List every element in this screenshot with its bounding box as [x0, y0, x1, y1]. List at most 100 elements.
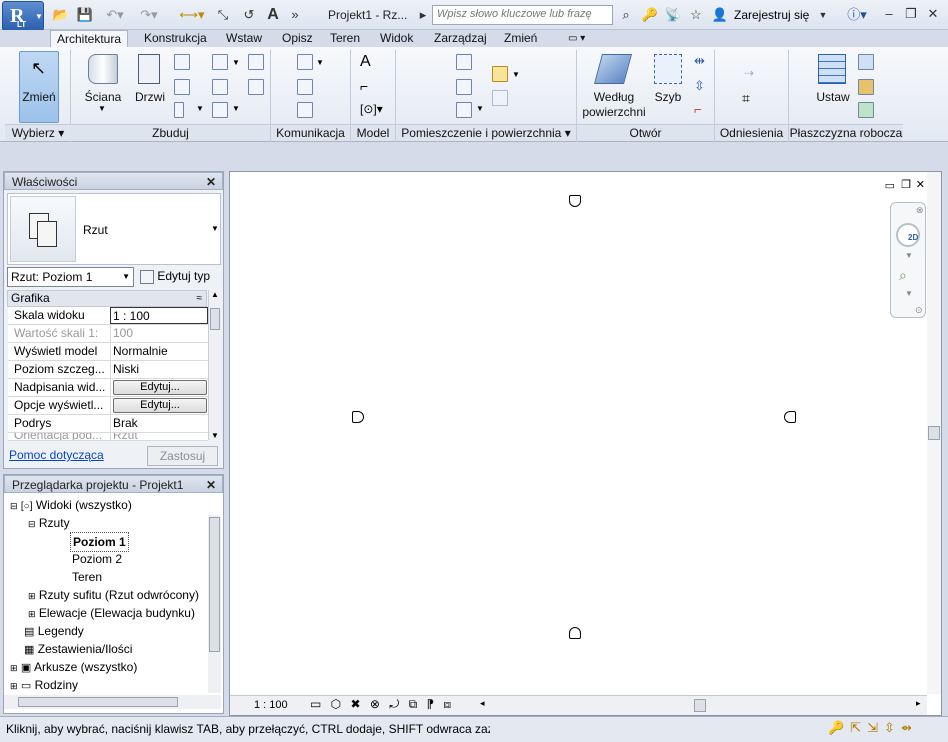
help-icon[interactable]: ⓘ▾	[842, 6, 872, 24]
save-icon[interactable]: 💾	[76, 6, 94, 24]
edit-type-button[interactable]: Edytuj typ	[140, 267, 210, 285]
panel-wybierz[interactable]: Wybierz ▾	[5, 124, 71, 141]
canvas-vscrollbar[interactable]	[927, 172, 941, 694]
application-menu-button[interactable]: R LT ▼	[2, 1, 44, 31]
by-face-label-1[interactable]: Według	[578, 90, 650, 104]
view-scale-input[interactable]: 1 : 100	[110, 307, 208, 324]
close-icon[interactable]: ✕	[206, 476, 216, 494]
shaft-label[interactable]: Szyb	[650, 90, 686, 104]
curtain-system-icon[interactable]	[248, 54, 264, 70]
type-selector[interactable]: Rzut ▼	[7, 193, 221, 265]
chevron-down-icon[interactable]: ▼	[476, 104, 484, 113]
tree-item-poziom-1[interactable]: Poziom 1	[70, 532, 129, 552]
restore-icon[interactable]: ❐	[902, 6, 920, 22]
tab-konstrukcja[interactable]: Konstrukcja	[138, 30, 213, 47]
tree-item-teren[interactable]: Teren	[72, 568, 102, 586]
apply-button[interactable]: Zastosuj	[147, 446, 218, 466]
room-tag-icon[interactable]	[456, 79, 472, 95]
elevation-marker-south[interactable]	[569, 627, 581, 639]
column-icon[interactable]	[174, 79, 190, 95]
sign-in-link[interactable]: Zarejestruj się	[734, 8, 809, 22]
chevron-down-icon[interactable]: ▼	[196, 104, 204, 113]
chevron-down-icon[interactable]: ▼	[211, 224, 219, 233]
canvas-hscroll-thumb[interactable]	[694, 699, 706, 712]
redo-icon[interactable]: ↷▾	[134, 6, 164, 24]
tab-architektura[interactable]: Architektura	[50, 30, 129, 47]
tree-item-sheets[interactable]: ⊞ ▣ Arkusze (wszystko)	[10, 658, 137, 677]
viewer-icon[interactable]	[858, 102, 874, 118]
dormer-opening-icon[interactable]: ⌐	[694, 102, 702, 117]
edit-overrides-button[interactable]: Edytuj...	[113, 380, 207, 395]
ceiling-icon[interactable]	[212, 79, 228, 95]
browser-hscrollbar[interactable]	[4, 695, 221, 709]
tree-item-families[interactable]: ⊞ ▭ Rodziny	[10, 676, 78, 695]
tree-item-ceiling-plans[interactable]: ⊞ Rzuty sufitu (Rzut odwrócony)	[28, 586, 206, 605]
scroll-left-icon[interactable]: ◂	[480, 698, 485, 709]
set-work-plane-icon[interactable]	[818, 54, 846, 84]
elevation-marker-east[interactable]	[784, 411, 796, 423]
zoom-icon[interactable]: ⌕	[899, 267, 907, 284]
properties-help-link[interactable]: Pomoc dotycząca	[9, 448, 104, 462]
tree-item-schedules[interactable]: ▦ Zestawienia/Ilości	[24, 640, 132, 659]
search-input[interactable]: Wpisz słowo kluczowe lub frazę	[432, 5, 613, 25]
chevron-down-icon[interactable]: ▼	[98, 104, 106, 113]
model-text-icon[interactable]: A	[360, 53, 371, 71]
grid-icon[interactable]: ⌗	[742, 90, 750, 107]
component-icon[interactable]	[174, 54, 190, 70]
wall-opening-icon[interactable]: ⇹	[694, 53, 705, 69]
scroll-right-icon[interactable]: ▸	[916, 698, 921, 709]
elevation-marker-north[interactable]	[569, 195, 581, 207]
view-scale[interactable]: 1 : 100	[254, 699, 288, 711]
close-icon[interactable]: ✕	[924, 6, 942, 22]
chevron-down-icon[interactable]: ▼	[512, 70, 520, 79]
roof-icon[interactable]	[212, 54, 228, 70]
floor-icon[interactable]	[212, 102, 228, 118]
ramp-icon[interactable]	[297, 79, 313, 95]
shaft-icon[interactable]	[654, 54, 682, 84]
tab-teren[interactable]: Teren	[324, 30, 366, 47]
more-icon[interactable]: »	[288, 6, 302, 24]
steering-wheel-icon[interactable]: 2D	[896, 223, 920, 247]
door-label[interactable]: Drzwi	[131, 90, 169, 104]
drawing-area[interactable]: ▭ ❐ ✕ ⊗ 2D ▼ ⌕ ▼ ⊙ 1 : 100 ▭ ⬡ ✖ ⊗ ⤾ ⧉ ⁋…	[229, 171, 942, 716]
model-line-icon[interactable]: ⌐	[360, 78, 368, 94]
tree-item-poziom-2[interactable]: Poziom 2	[72, 550, 122, 568]
wall-icon[interactable]	[88, 54, 118, 84]
group-grafika[interactable]: Grafika ≈	[7, 290, 207, 307]
show-work-plane-icon[interactable]	[858, 54, 874, 70]
elevation-marker-west[interactable]	[352, 411, 364, 423]
ribbon-minimize-icon[interactable]: ▭ ▾	[562, 30, 591, 47]
browser-vscrollbar[interactable]	[208, 515, 221, 693]
set-label[interactable]: Ustaw	[812, 90, 854, 104]
status-icons[interactable]: 🔑⇱⇲⇳⇴	[828, 720, 918, 736]
door-icon[interactable]	[138, 54, 160, 84]
minimize-icon[interactable]: –	[880, 6, 898, 22]
ref-plane-icon[interactable]	[858, 79, 874, 95]
railing-icon[interactable]	[297, 54, 313, 70]
view-control-icons[interactable]: ▭ ⬡ ✖ ⊗ ⤾ ⧉ ⁋ ⧈	[310, 697, 454, 712]
tag-icon[interactable]: ↺	[240, 6, 258, 24]
edit-display-options-button[interactable]: Edytuj...	[113, 398, 207, 413]
tab-wstaw[interactable]: Wstaw	[220, 30, 268, 47]
subscription-key-icon[interactable]: 🔑	[641, 6, 659, 24]
chevron-down-icon[interactable]: ▼	[816, 6, 830, 24]
room-icon[interactable]	[456, 54, 472, 70]
view-close-icon[interactable]: ✕	[916, 178, 925, 191]
close-icon[interactable]: ⊗	[916, 205, 924, 216]
room-separator-icon[interactable]	[456, 102, 472, 118]
chevron-down-icon[interactable]: ▼	[232, 104, 240, 113]
chevron-down-icon[interactable]: ▼	[905, 289, 913, 298]
undo-icon[interactable]: ↶▾	[100, 6, 130, 24]
tree-item-legends[interactable]: ▤ Legendy	[24, 622, 84, 641]
stair-icon[interactable]	[297, 102, 313, 118]
tree-item-elevations[interactable]: ⊞ Elewacje (Elewacja budynku)	[28, 604, 206, 623]
view-restore-icon[interactable]: ❐	[901, 178, 911, 191]
tab-zmien[interactable]: Zmień	[498, 30, 543, 47]
area-tag-icon[interactable]	[492, 90, 508, 106]
properties-scrollbar[interactable]: ▲ ▼	[208, 290, 221, 440]
chevron-down-icon[interactable]: ▼	[316, 58, 324, 67]
tab-widok[interactable]: Widok	[374, 30, 419, 47]
open-icon[interactable]: 📂	[52, 6, 70, 24]
user-icon[interactable]: 👤	[711, 6, 729, 24]
chevron-down-icon[interactable]: ▼	[905, 251, 913, 260]
